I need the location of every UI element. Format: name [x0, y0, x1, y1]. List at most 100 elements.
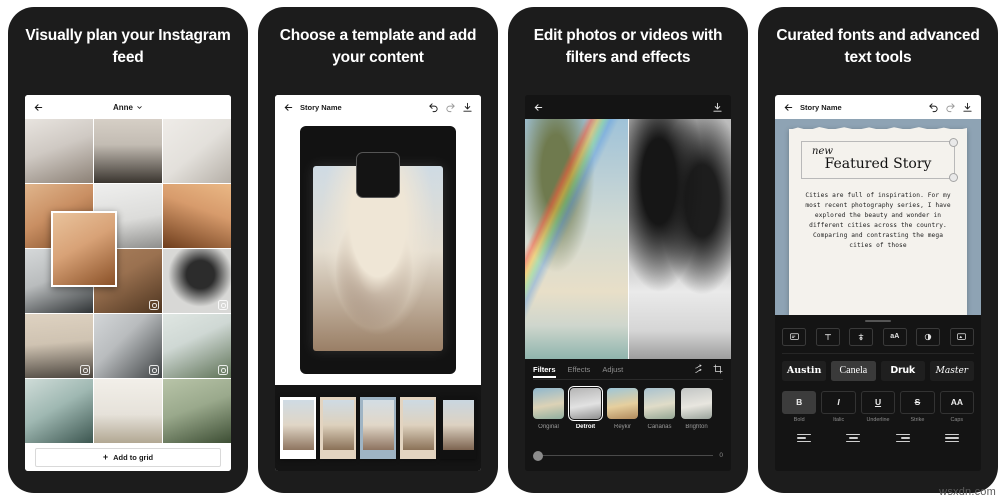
crop-icon[interactable] — [713, 364, 723, 374]
text-color-icon[interactable] — [849, 327, 874, 346]
style-italic: I Italic — [821, 390, 856, 423]
text-canvas[interactable]: new Featured Story Cities are full of in… — [775, 119, 981, 315]
filter-item[interactable]: Brighton — [681, 388, 712, 430]
back-arrow-icon[interactable] — [283, 102, 294, 113]
align-center-button[interactable] — [831, 430, 875, 446]
style-underline: U Underline — [860, 390, 896, 423]
text-background-icon[interactable] — [949, 327, 974, 346]
account-selector[interactable]: Anne — [50, 103, 206, 112]
caps-button[interactable]: AA — [939, 390, 975, 414]
tab-icon-group — [694, 364, 723, 374]
grid-tile[interactable] — [94, 119, 162, 183]
phone-screen-template: Story Name — [275, 95, 481, 471]
align-justify-button[interactable] — [930, 430, 974, 446]
add-to-grid-button[interactable]: + Add to grid — [35, 447, 221, 467]
instagram-badge-icon — [80, 365, 90, 375]
font-button-canela-selected[interactable]: Canela — [831, 360, 876, 381]
grid-tile[interactable] — [163, 184, 231, 248]
filter-item-selected[interactable]: Detroit — [567, 385, 604, 430]
tab-effects[interactable]: Effects — [568, 365, 591, 374]
back-arrow-icon[interactable] — [783, 102, 794, 113]
before-after-canvas[interactable] — [525, 119, 731, 359]
undo-icon[interactable] — [928, 102, 939, 113]
dragged-grid-tile[interactable] — [51, 211, 117, 287]
grid-tile[interactable] — [163, 314, 231, 378]
font-button-master[interactable]: Master — [929, 360, 974, 381]
text-box-icon[interactable] — [782, 327, 806, 346]
filter-strength-slider[interactable]: 0 — [533, 450, 723, 461]
app-bar-editor — [525, 95, 731, 119]
panel-fonts-text-tools: Curated fonts and advanced text tools St… — [758, 7, 998, 493]
instagram-badge-icon — [149, 365, 159, 375]
template-thumbnail-strip[interactable] — [275, 385, 481, 471]
filter-list[interactable]: Original Detroit Reykir Canarias Brighto… — [533, 380, 723, 430]
grid-tile[interactable] — [163, 379, 231, 443]
font-selector-row: Austin Canela Druk Master — [782, 354, 974, 389]
tab-adjust[interactable]: Adjust — [602, 365, 623, 374]
photo-bw-half — [628, 119, 731, 359]
template-canvas[interactable] — [275, 119, 481, 385]
selected-text-box[interactable]: new Featured Story — [801, 138, 958, 183]
strike-button[interactable]: S — [900, 390, 935, 414]
opacity-icon[interactable] — [916, 327, 941, 346]
style-bold: B Bold — [782, 390, 817, 423]
filter-item[interactable]: Original — [533, 388, 564, 430]
slider-value: 0 — [719, 452, 723, 459]
story-frame[interactable] — [300, 126, 456, 374]
text-case-icon[interactable]: aA — [882, 327, 907, 346]
template-thumbnail[interactable] — [280, 397, 316, 459]
tab-filters[interactable]: Filters — [533, 365, 556, 378]
resize-handle-bottom-right[interactable] — [949, 173, 958, 183]
filter-item[interactable]: Reykir — [607, 388, 638, 430]
template-thumbnail[interactable] — [400, 397, 436, 459]
align-left-button[interactable] — [782, 430, 826, 446]
text-type-icon[interactable] — [815, 327, 840, 346]
font-button-austin[interactable]: Austin — [782, 360, 827, 381]
shuffle-icon[interactable] — [694, 364, 704, 374]
filter-label: Original — [538, 424, 559, 430]
account-name: Anne — [113, 102, 133, 112]
undo-icon[interactable] — [428, 102, 439, 113]
grid-tile[interactable] — [25, 379, 93, 443]
download-icon[interactable] — [962, 102, 973, 113]
media-placeholder-box[interactable] — [356, 152, 400, 198]
redo-icon[interactable] — [945, 102, 956, 113]
add-to-grid-bar: + Add to grid — [25, 443, 231, 471]
back-arrow-icon[interactable] — [33, 102, 44, 113]
text-alignment-row — [782, 423, 974, 456]
template-thumbnail-selected[interactable] — [360, 397, 396, 459]
italic-button[interactable]: I — [821, 390, 856, 414]
template-thumbnail[interactable] — [320, 397, 356, 459]
slider-track[interactable] — [533, 450, 714, 461]
filter-item[interactable]: Canarias — [644, 388, 675, 430]
body-text[interactable]: Cities are full of inspiration. For my m… — [801, 191, 955, 251]
heading-main-text: Featured Story — [824, 156, 932, 172]
align-right-button[interactable] — [881, 430, 925, 446]
story-name-label[interactable]: Story Name — [300, 103, 342, 112]
font-button-druk[interactable]: Druk — [880, 360, 925, 381]
paper-background: new Featured Story Cities are full of in… — [789, 129, 967, 315]
story-name-label[interactable]: Story Name — [800, 103, 842, 112]
download-icon[interactable] — [462, 102, 473, 113]
bold-button[interactable]: B — [782, 390, 817, 414]
template-thumbnail[interactable] — [440, 397, 476, 459]
back-arrow-icon[interactable] — [533, 102, 544, 113]
feed-grid[interactable] — [25, 119, 231, 443]
app-bar-text: Story Name — [775, 95, 981, 119]
text-style-row: B Bold I Italic U Underline S Strike AA … — [782, 389, 975, 423]
app-bar-template: Story Name — [275, 95, 481, 119]
phone-screen-text: Story Name new Featured Story Cities are… — [775, 95, 981, 471]
grid-tile[interactable] — [25, 119, 93, 183]
grid-tile[interactable] — [25, 314, 93, 378]
redo-icon[interactable] — [445, 102, 456, 113]
underline-button[interactable]: U — [860, 390, 896, 414]
grid-tile[interactable] — [163, 249, 231, 313]
grid-tile[interactable] — [163, 119, 231, 183]
resize-handle-top-right[interactable] — [949, 138, 958, 147]
grid-tile[interactable] — [94, 314, 162, 378]
split-divider[interactable] — [628, 119, 630, 359]
grid-tile[interactable] — [94, 379, 162, 443]
slider-knob[interactable] — [533, 450, 543, 461]
style-strike: S Strike — [900, 390, 935, 423]
download-icon[interactable] — [712, 102, 723, 113]
